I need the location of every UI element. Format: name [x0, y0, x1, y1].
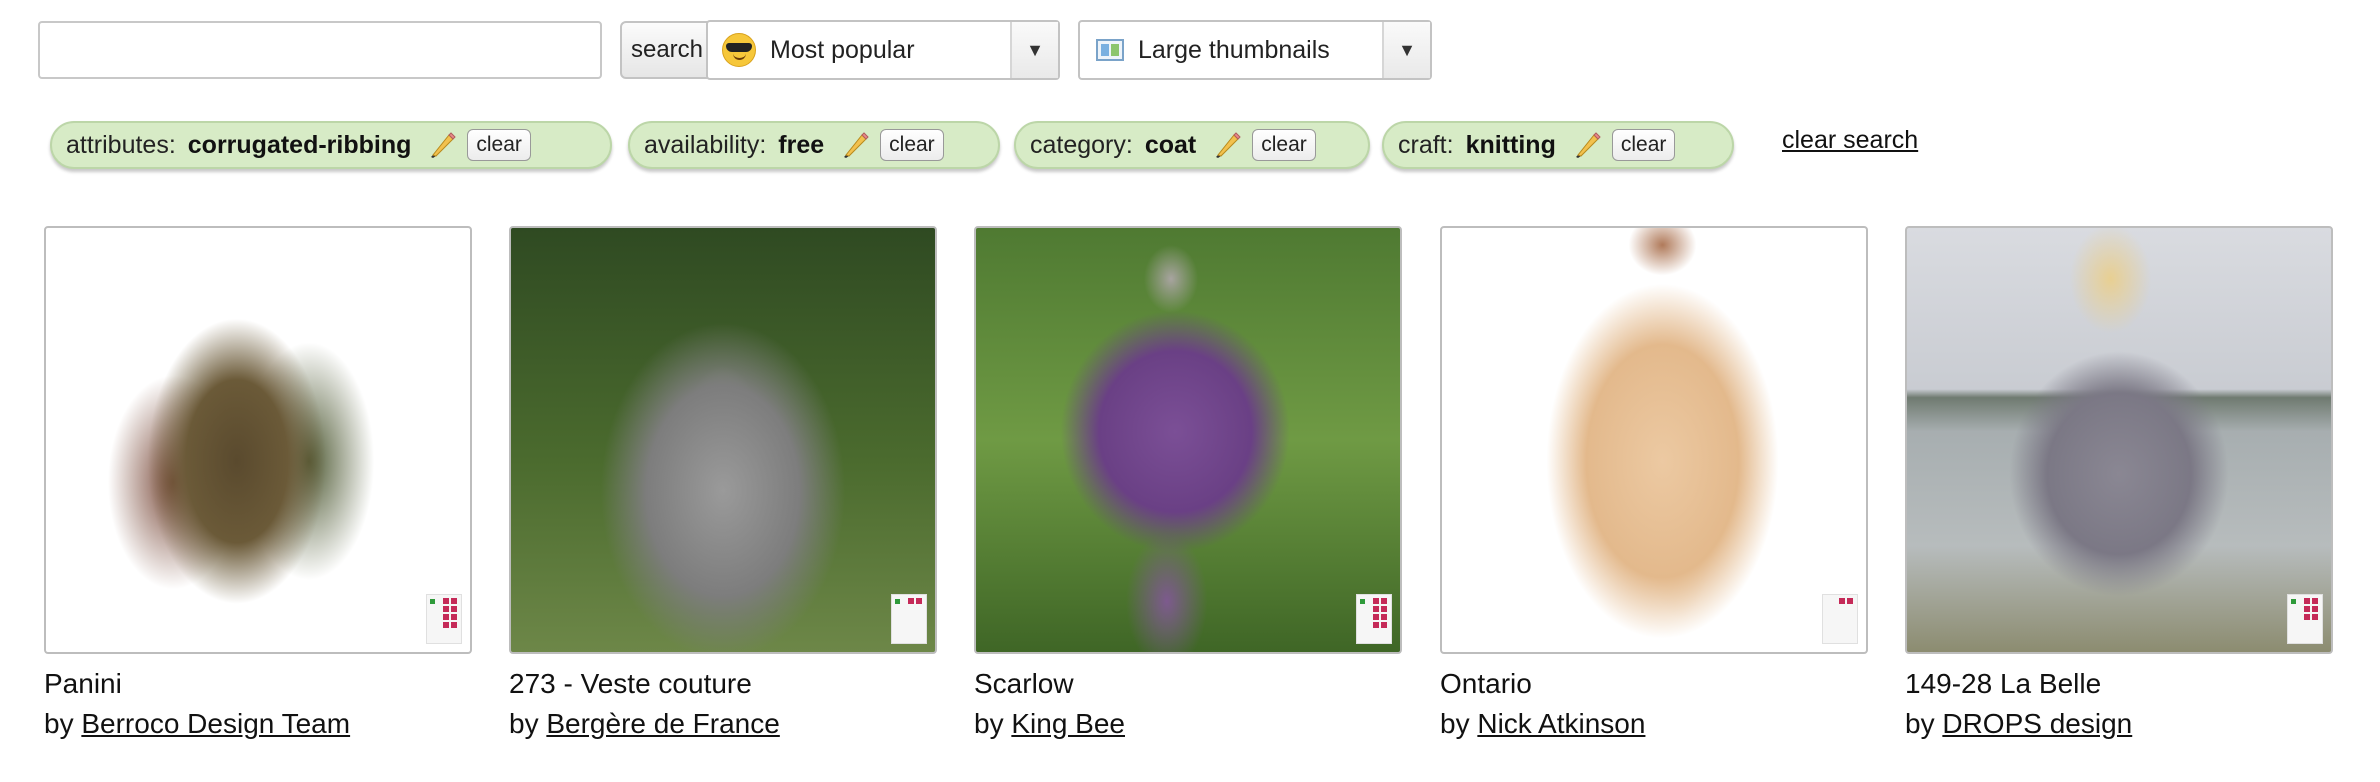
filter-key: category:: [1030, 130, 1133, 159]
search-toolbar: search Most popular ▼ Large thumbnails ▼: [38, 20, 1432, 80]
filter-clear-button[interactable]: clear: [1252, 129, 1316, 161]
pattern-card: 149-28 La Belle by DROPS design: [1905, 226, 2333, 740]
pattern-card: 273 - Veste couture by Bergère de France: [509, 226, 937, 740]
filter-clear-button[interactable]: clear: [467, 129, 531, 161]
triangle-down-icon[interactable]: ▼: [1010, 22, 1058, 78]
filter-value: free: [778, 130, 825, 159]
designer-link[interactable]: King Bee: [1011, 708, 1125, 739]
by-label: by: [974, 708, 1004, 739]
pattern-designer: by Nick Atkinson: [1440, 708, 1868, 740]
by-label: by: [509, 708, 539, 739]
search-button[interactable]: search: [620, 21, 714, 79]
pattern-photo[interactable]: [974, 226, 1402, 654]
filter-chip-category: category: coat clear: [1014, 121, 1370, 169]
filter-chip-craft: craft: knitting clear: [1382, 121, 1734, 169]
search-input[interactable]: [38, 21, 602, 79]
pattern-badge-icon: [1356, 594, 1392, 644]
filter-clear-button[interactable]: clear: [1611, 129, 1676, 161]
pattern-name[interactable]: 273 - Veste couture: [509, 668, 937, 700]
pattern-photo[interactable]: [44, 226, 472, 654]
clear-search-link[interactable]: clear search: [1782, 126, 1918, 155]
pattern-name[interactable]: Scarlow: [974, 668, 1402, 700]
filter-value: coat: [1144, 130, 1197, 159]
thumbnail-icon: [1096, 39, 1124, 61]
pattern-card: Ontario by Nick Atkinson: [1440, 226, 1868, 740]
pattern-designer: by Berroco Design Team: [44, 708, 472, 740]
pattern-card: Panini by Berroco Design Team: [44, 226, 472, 740]
pencil-icon[interactable]: [1212, 129, 1244, 161]
triangle-down-icon[interactable]: ▼: [1382, 22, 1430, 78]
by-label: by: [1905, 708, 1935, 739]
pattern-name[interactable]: 149-28 La Belle: [1905, 668, 2333, 700]
designer-link[interactable]: DROPS design: [1942, 708, 2132, 739]
pattern-photo[interactable]: [1440, 226, 1868, 654]
pattern-designer: by DROPS design: [1905, 708, 2333, 740]
pattern-name[interactable]: Ontario: [1440, 668, 1868, 700]
designer-link[interactable]: Berroco Design Team: [81, 708, 350, 739]
sort-select[interactable]: Most popular ▼: [706, 20, 1060, 80]
pattern-photo[interactable]: [509, 226, 937, 654]
view-select[interactable]: Large thumbnails ▼: [1078, 20, 1432, 80]
filter-key: availability:: [644, 130, 767, 159]
pattern-badge-icon: [1822, 594, 1858, 644]
pattern-designer: by King Bee: [974, 708, 1402, 740]
pattern-card: Scarlow by King Bee: [974, 226, 1402, 740]
pattern-photo[interactable]: [1905, 226, 2333, 654]
pattern-designer: by Bergère de France: [509, 708, 937, 740]
filter-chip-attributes: attributes: corrugated-ribbing clear: [50, 121, 612, 169]
pattern-badge-icon: [2287, 594, 2323, 644]
view-select-value: Large thumbnails: [1138, 35, 1330, 64]
pattern-badge-icon: [891, 594, 927, 644]
pattern-badge-icon: [426, 594, 462, 644]
designer-link[interactable]: Nick Atkinson: [1477, 708, 1645, 739]
sort-select-value: Most popular: [770, 35, 915, 64]
pattern-name[interactable]: Panini: [44, 668, 472, 700]
filter-key: craft:: [1398, 130, 1454, 159]
pencil-icon[interactable]: [427, 129, 459, 161]
filter-chip-availability: availability: free clear: [628, 121, 1000, 169]
by-label: by: [1440, 708, 1470, 739]
designer-link[interactable]: Bergère de France: [546, 708, 779, 739]
pencil-icon[interactable]: [1572, 129, 1604, 161]
filter-value: corrugated-ribbing: [187, 130, 412, 159]
filter-key: attributes:: [66, 130, 176, 159]
sunglasses-emoji-icon: [722, 33, 756, 67]
pencil-icon[interactable]: [840, 129, 872, 161]
by-label: by: [44, 708, 74, 739]
filter-value: knitting: [1465, 130, 1556, 159]
filter-clear-button[interactable]: clear: [880, 129, 944, 161]
